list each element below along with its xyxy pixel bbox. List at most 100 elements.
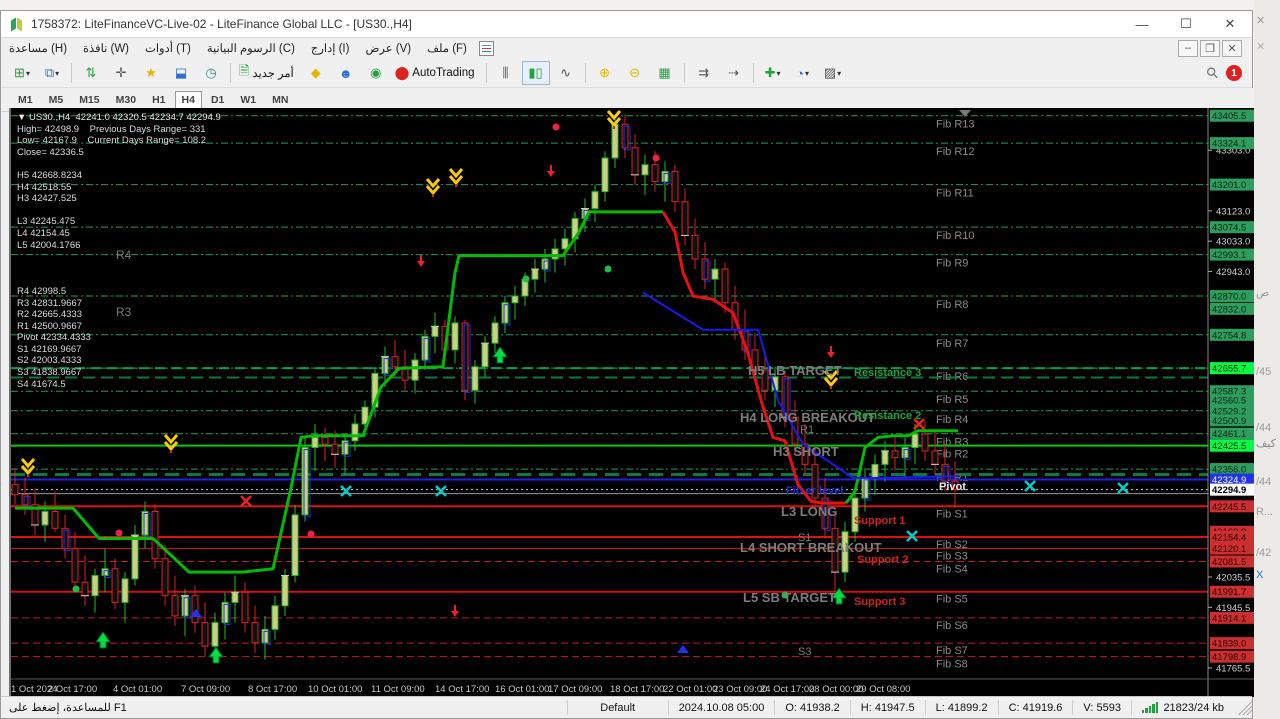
- minimize-button[interactable]: —: [1120, 12, 1164, 36]
- price-tick: 43033.0: [1216, 237, 1250, 248]
- timeframe-h4[interactable]: H4: [175, 91, 202, 109]
- menu-bar: مساعدة (H) نافذة (W) أدوات (T) الرسوم ال…: [1, 38, 1252, 58]
- toolbar: ⊞▾ ⧉▾ ⇅ ✛ ★ ⬓ ◷ 🗎أمر جديد ◆ ☻ ◉ ⬤AutoTra…: [1, 59, 1252, 88]
- sell-signal-icon: [165, 435, 177, 449]
- strategy-tester-button[interactable]: ◷: [197, 61, 225, 85]
- price-tick: 42943.0: [1216, 267, 1250, 278]
- notification-badge[interactable]: 1: [1226, 65, 1242, 81]
- buy-signal-icon: [96, 632, 110, 648]
- menu-item-help[interactable]: مساعدة (H): [1, 39, 75, 57]
- market-watch-button[interactable]: ⇅: [77, 61, 105, 85]
- indicators-button[interactable]: ✚▾: [759, 61, 787, 85]
- date-tick: 22 Oct 01:00: [663, 684, 717, 695]
- menu-item-file[interactable]: ملف (F): [419, 39, 475, 57]
- bar-chart-button[interactable]: ⫼: [492, 61, 520, 85]
- date-tick: 10 Oct 01:00: [308, 684, 362, 695]
- timeframe-m30[interactable]: M30: [109, 91, 143, 109]
- date-tick: 7 Oct 09:00: [181, 684, 230, 695]
- dot-marker: [653, 155, 660, 162]
- down-arrow-icon: [547, 171, 555, 177]
- dot-marker: [73, 586, 80, 593]
- svg-text:42993.1: 42993.1: [1212, 250, 1246, 261]
- menu-item-window[interactable]: نافذة (W): [75, 39, 137, 57]
- timeframe-m15[interactable]: M15: [72, 91, 106, 109]
- sell-signal-icon: [608, 111, 620, 125]
- menu-item-tools[interactable]: أدوات (T): [137, 39, 199, 57]
- litefinance-logo-icon: [10, 17, 25, 32]
- svg-text:42120.1: 42120.1: [1212, 544, 1246, 555]
- auto-scroll-button[interactable]: ⇉: [690, 61, 718, 85]
- status-high: H: 41947.5: [850, 700, 925, 715]
- chart-annotation: R3: [116, 305, 132, 319]
- timeframe-h1[interactable]: H1: [145, 91, 172, 109]
- navigator-button[interactable]: ★: [137, 61, 165, 85]
- experts-button[interactable]: ☻: [332, 61, 360, 85]
- date-tick: 14 Oct 17:00: [435, 684, 489, 695]
- menu-item-insert[interactable]: إدارج (I): [303, 39, 358, 57]
- background-fragment: ✕: [1256, 14, 1265, 27]
- svg-text:42294.9: 42294.9: [1212, 485, 1246, 496]
- chart-annotation: Support 3: [854, 596, 905, 608]
- chart-annotation: Fib er level: [786, 485, 843, 497]
- zoom-in-button[interactable]: ⊕: [591, 61, 619, 85]
- templates-button[interactable]: ▨▾: [819, 61, 847, 85]
- background-fragment: /44: [1256, 476, 1271, 488]
- chart-annotation: R4: [116, 248, 132, 262]
- timeframe-d1[interactable]: D1: [204, 91, 231, 109]
- svg-text:42245.5: 42245.5: [1212, 502, 1246, 513]
- fib-label: Fib S5: [936, 594, 968, 606]
- menu-item-charts[interactable]: الرسوم البيانية (C): [199, 39, 303, 57]
- maximize-button[interactable]: ☐: [1164, 12, 1208, 36]
- mdi-restore-button[interactable]: ❐: [1200, 40, 1220, 57]
- chart-annotation: Resistance 3: [854, 367, 921, 379]
- autotrading-button[interactable]: ⬤AutoTrading: [392, 61, 481, 85]
- fib-label: Fib R8: [936, 299, 968, 311]
- metaeditor-button[interactable]: ◆: [302, 61, 330, 85]
- chart-annotation: L5 SB TARGET: [743, 590, 836, 605]
- new-order-button[interactable]: 🗎أمر جديد: [236, 61, 300, 85]
- chart-annotation: Support 1: [854, 515, 905, 527]
- profiles-button[interactable]: ⧉▾: [38, 61, 66, 85]
- chart-annotation: L3 LONG: [781, 504, 837, 519]
- terminal-button[interactable]: ⬓: [167, 61, 195, 85]
- tile-windows-button[interactable]: ▦: [651, 61, 679, 85]
- resize-grip[interactable]: [1238, 701, 1252, 715]
- menu-item-view[interactable]: عرض (V): [357, 39, 419, 57]
- date-tick: 8 Oct 17:00: [248, 684, 297, 695]
- timeframe-m5[interactable]: M5: [42, 91, 71, 109]
- line-chart-button[interactable]: ∿: [552, 61, 580, 85]
- new-chart-button[interactable]: ⊞▾: [8, 61, 36, 85]
- chart-canvas[interactable]: Fib R13Fib R12Fib R11Fib R10Fib R9Fib R8…: [11, 108, 1256, 697]
- date-tick: 17 Oct 09:00: [548, 684, 602, 695]
- fib-label: Fib R4: [936, 414, 968, 426]
- date-tick: 29 Oct 08:00: [856, 684, 910, 695]
- chart-annotation: L4 SHORT BREAKOUT: [740, 540, 882, 555]
- dot-marker: [553, 124, 560, 131]
- background-fragment: /44: [1256, 422, 1271, 434]
- fib-label: Fib R13: [936, 119, 975, 131]
- timeframe-mn[interactable]: MN: [265, 91, 295, 109]
- fib-label: Fib S8: [936, 659, 968, 671]
- chart-area[interactable]: Fib R13Fib R12Fib R11Fib R10Fib R9Fib R8…: [9, 108, 1256, 697]
- background-fragment: ✕: [1256, 40, 1265, 53]
- timeframe-w1[interactable]: W1: [233, 91, 263, 109]
- data-window-button[interactable]: ✛: [107, 61, 135, 85]
- dot-marker: [308, 531, 315, 538]
- date-tick: 16 Oct 01:00: [495, 684, 549, 695]
- connection-bars-icon: [1142, 702, 1160, 713]
- price-tick: 43123.0: [1216, 206, 1250, 217]
- chart-shift-button[interactable]: ⇢: [720, 61, 748, 85]
- autotrading-label: AutoTrading: [412, 67, 474, 79]
- mdi-close-button[interactable]: ✕: [1222, 40, 1242, 57]
- candlestick-chart-button[interactable]: ▮▯: [522, 61, 550, 85]
- zoom-out-button[interactable]: ⊖: [621, 61, 649, 85]
- fib-label: Fib R10: [936, 230, 975, 242]
- status-profile[interactable]: Default: [567, 700, 668, 715]
- signals-button[interactable]: ◉: [362, 61, 390, 85]
- search-icon[interactable]: ⚲: [1202, 63, 1223, 84]
- periods-button[interactable]: ◔▾: [789, 61, 817, 85]
- background-fragment: R...: [1256, 506, 1273, 518]
- close-button[interactable]: ✕: [1208, 12, 1252, 36]
- timeframe-m1[interactable]: M1: [11, 91, 40, 109]
- mdi-minimize-button[interactable]: ‒: [1178, 40, 1198, 57]
